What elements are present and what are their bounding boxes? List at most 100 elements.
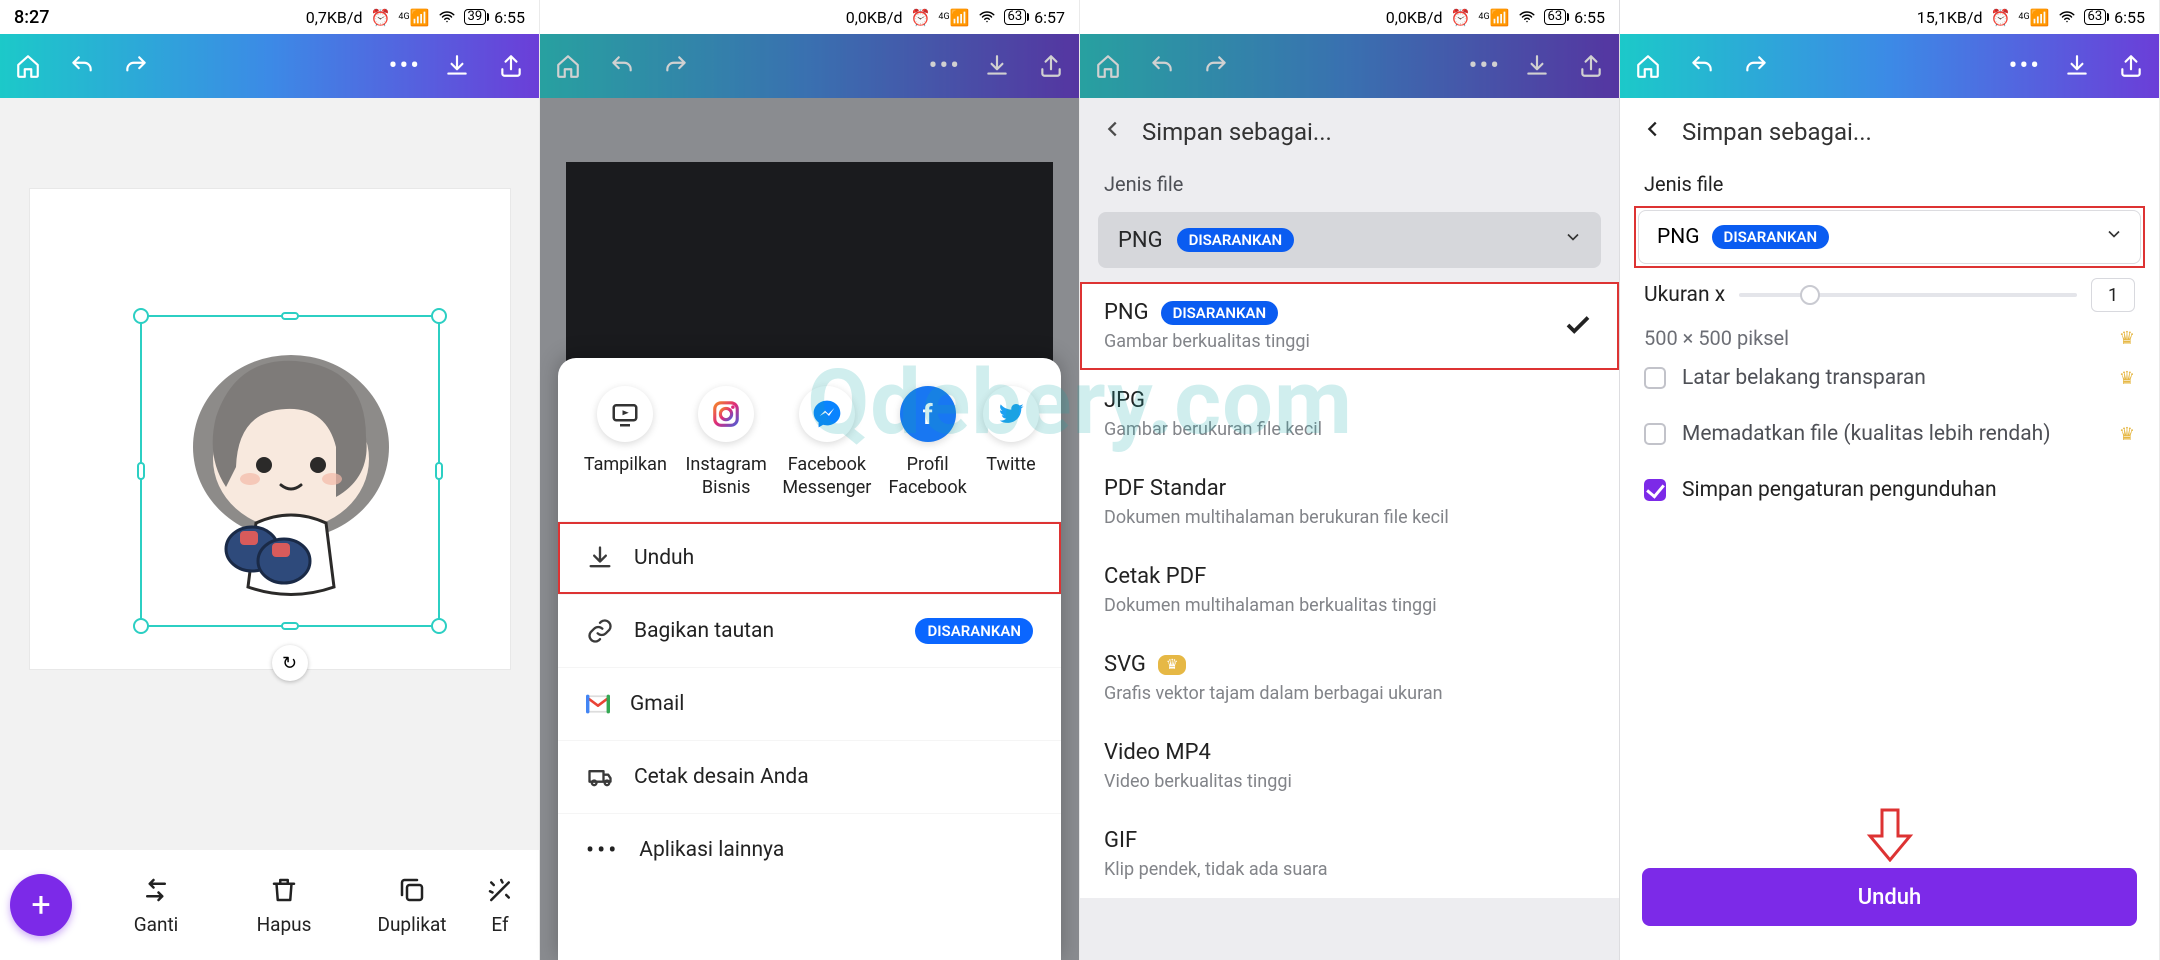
undo-button xyxy=(1144,48,1180,84)
panel-title: Simpan sebagai... xyxy=(1142,118,1332,146)
crown-icon: ♛ xyxy=(2119,368,2135,389)
suggested-badge: DISARANKAN xyxy=(1177,228,1295,252)
artboard[interactable]: ↻ xyxy=(30,189,510,669)
share-item-twitter[interactable]: Twitte xyxy=(983,386,1039,499)
action-lainnya[interactable]: ••• Aplikasi lainnya xyxy=(558,813,1061,886)
filetype-pdf-print[interactable]: Cetak PDF Dokumen multihalaman berkualit… xyxy=(1080,546,1619,634)
resize-handle[interactable] xyxy=(137,462,145,480)
toolbar-hapus[interactable]: Hapus xyxy=(224,875,344,936)
status-speed: 15,1KB/d xyxy=(1917,8,1983,27)
resize-handle[interactable] xyxy=(431,308,447,324)
share-button[interactable] xyxy=(493,48,529,84)
download-icon xyxy=(586,544,614,572)
share-button[interactable] xyxy=(2113,48,2149,84)
checkbox[interactable] xyxy=(1644,423,1666,445)
share-item-messenger[interactable]: Facebook Messenger xyxy=(782,386,873,499)
opt-save-pref[interactable]: Simpan pengaturan pengunduhan xyxy=(1620,462,2159,518)
status-right: 15,1KB/d ⏰ 4G📶 63 6:55 xyxy=(1917,8,2145,27)
redo-button xyxy=(658,48,694,84)
suggested-badge: DISARANKAN xyxy=(1161,301,1279,325)
slider-thumb[interactable] xyxy=(1800,285,1820,305)
opt-compress[interactable]: Memadatkan file (kualitas lebih rendah) … xyxy=(1620,406,2159,462)
more-button[interactable]: ••• xyxy=(2009,53,2041,79)
resize-handle[interactable] xyxy=(133,618,149,634)
opt-transparent[interactable]: Latar belakang transparan ♛ xyxy=(1620,350,2159,406)
status-right: 0,7KB/d ⏰ 4G📶 39 6:55 xyxy=(306,8,525,27)
panel-title: Simpan sebagai... xyxy=(1682,118,1872,146)
canvas-area[interactable]: ↻ xyxy=(0,98,539,850)
pane-filetype-list: 0,0KB/d ⏰ 4G📶 63 6:55 ••• Simpan sebagai… xyxy=(1080,0,1620,960)
add-fab[interactable]: + xyxy=(10,874,72,936)
truck-icon xyxy=(586,763,614,791)
gmail-icon xyxy=(586,690,610,718)
more-button[interactable]: ••• xyxy=(389,53,421,79)
filetype-dropdown[interactable]: PNG DISARANKAN xyxy=(1098,212,1601,268)
filetype-png[interactable]: PNGDISARANKAN Gambar berkualitas tinggi xyxy=(1080,282,1619,370)
share-item-facebook[interactable]: f Profil Facebook xyxy=(882,386,973,499)
toolbar-efek[interactable]: Ef xyxy=(480,875,520,936)
rotate-handle[interactable]: ↻ xyxy=(272,645,308,681)
checkbox[interactable] xyxy=(1644,367,1666,389)
more-button: ••• xyxy=(929,53,961,79)
home-button xyxy=(1090,48,1126,84)
filetype-pdf-std[interactable]: PDF Standar Dokumen multihalaman berukur… xyxy=(1080,458,1619,546)
filetype-label: Jenis file xyxy=(1620,166,2159,202)
action-cetak[interactable]: Cetak desain Anda xyxy=(558,740,1061,813)
download-button[interactable] xyxy=(439,48,475,84)
checkbox-checked[interactable] xyxy=(1644,479,1666,501)
resize-handle[interactable] xyxy=(281,312,299,320)
download-button xyxy=(979,48,1015,84)
share-item-tampilkan[interactable]: Tampilkan xyxy=(580,386,671,499)
duplicate-icon xyxy=(397,875,427,905)
back-button[interactable] xyxy=(1102,118,1124,146)
action-bagikan[interactable]: Bagikan tautan DISARANKAN xyxy=(558,594,1061,667)
size-value[interactable]: 1 xyxy=(2091,278,2135,312)
filetype-mp4[interactable]: Video MP4 Video berkualitas tinggi xyxy=(1080,722,1619,810)
resize-handle[interactable] xyxy=(431,618,447,634)
alarm-icon: ⏰ xyxy=(1450,8,1470,27)
crown-icon: ♛ xyxy=(2119,424,2135,445)
redo-button xyxy=(1198,48,1234,84)
action-label: Bagikan tautan xyxy=(634,619,774,643)
filetype-jpg[interactable]: JPG Gambar berukuran file kecil xyxy=(1080,370,1619,458)
share-item-instagram[interactable]: Instagram Bisnis xyxy=(681,386,772,499)
pane-editor: 8:27 0,7KB/d ⏰ 4G📶 39 6:55 ••• xyxy=(0,0,540,960)
link-icon xyxy=(586,617,614,645)
redo-button[interactable] xyxy=(118,48,154,84)
filetype-svg[interactable]: SVG♛ Grafis vektor tajam dalam berbagai … xyxy=(1080,634,1619,722)
resize-handle[interactable] xyxy=(281,622,299,630)
battery-icon: 39 xyxy=(464,9,487,25)
home-button[interactable] xyxy=(10,48,46,84)
action-unduh[interactable]: Unduh xyxy=(558,521,1061,594)
back-button[interactable] xyxy=(1642,118,1664,146)
download-button[interactable] xyxy=(2059,48,2095,84)
undo-button[interactable] xyxy=(1684,48,1720,84)
filetype-gif[interactable]: GIF Klip pendek, tidak ada suara xyxy=(1080,810,1619,898)
action-gmail[interactable]: Gmail xyxy=(558,667,1061,740)
app-header: ••• xyxy=(1620,34,2159,98)
share-button xyxy=(1033,48,1069,84)
more-button: ••• xyxy=(1469,53,1501,79)
check-icon xyxy=(1563,310,1593,344)
redo-button[interactable] xyxy=(1738,48,1774,84)
battery-icon: 63 xyxy=(1544,9,1567,25)
share-sheet: Tampilkan Instagram Bisnis Facebook Mess… xyxy=(558,358,1061,960)
filetype-dropdown[interactable]: PNG DISARANKAN xyxy=(1638,210,2141,264)
wifi-icon xyxy=(1518,8,1536,26)
size-slider[interactable] xyxy=(1739,293,2077,297)
share-targets: Tampilkan Instagram Bisnis Facebook Mess… xyxy=(558,386,1061,521)
design-image[interactable] xyxy=(166,327,416,617)
dimmed-canvas: Tampilkan Instagram Bisnis Facebook Mess… xyxy=(540,98,1079,960)
unduh-button[interactable]: Unduh xyxy=(1642,868,2137,926)
selection-box[interactable]: ↻ xyxy=(140,315,440,627)
action-label: Aplikasi lainnya xyxy=(639,838,784,862)
resize-handle[interactable] xyxy=(435,462,443,480)
toolbar-duplikat[interactable]: Duplikat xyxy=(352,875,472,936)
suggested-badge: DISARANKAN xyxy=(1712,225,1830,249)
dimensions-text: 500 × 500 piksel♛ xyxy=(1620,326,2159,350)
resize-handle[interactable] xyxy=(133,308,149,324)
toolbar-ganti[interactable]: Ganti xyxy=(96,875,216,936)
undo-button[interactable] xyxy=(64,48,100,84)
home-button[interactable] xyxy=(1630,48,1666,84)
battery-icon: 63 xyxy=(2084,9,2107,25)
